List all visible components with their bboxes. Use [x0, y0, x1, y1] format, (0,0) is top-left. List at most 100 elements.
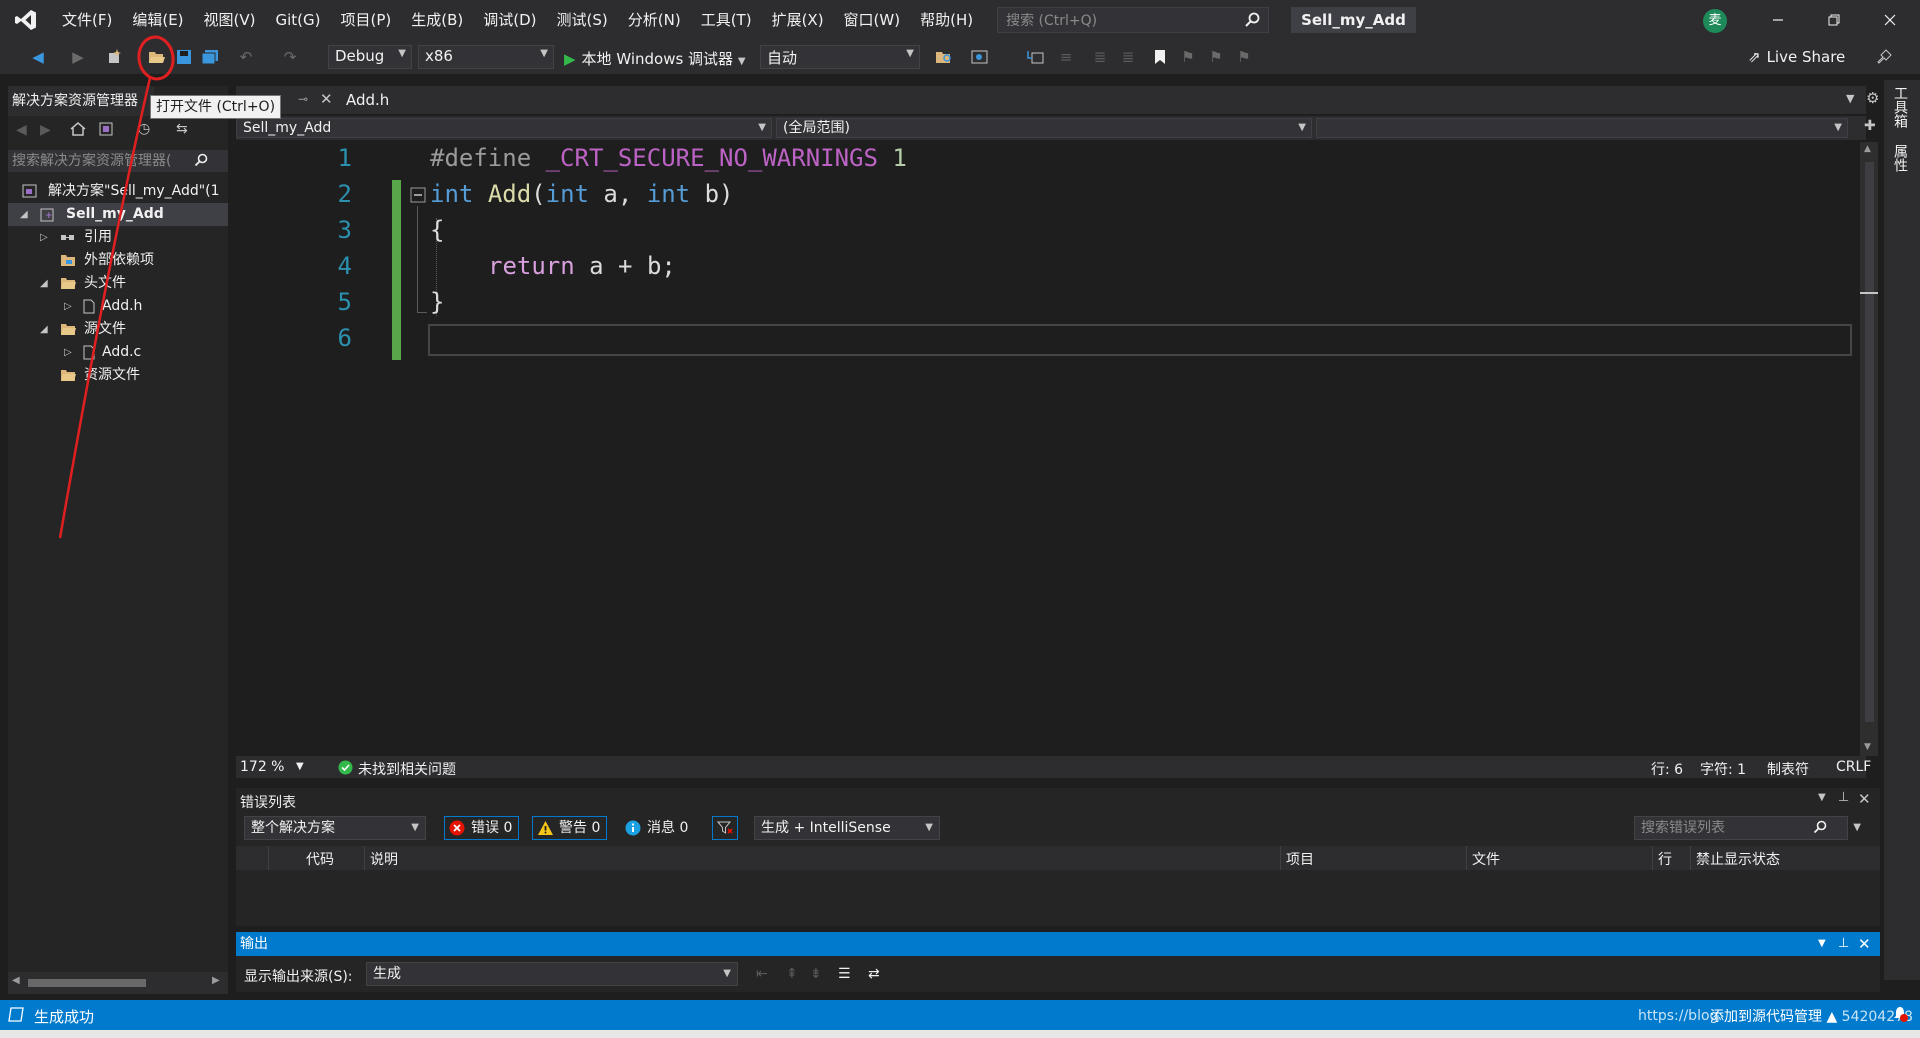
open-file-icon[interactable]	[147, 47, 167, 67]
scroll-up-icon[interactable]: ▲	[1864, 144, 1871, 154]
switch-views-icon[interactable]	[98, 121, 114, 137]
navigate-forward-icon[interactable]: ▶	[68, 47, 88, 67]
restore-button[interactable]	[1806, 0, 1862, 40]
tab-add-h[interactable]: Add.h	[346, 86, 389, 114]
tree-resource-files[interactable]: 资源文件	[8, 364, 228, 387]
pin-icon[interactable]: ⊥	[1838, 790, 1849, 805]
minimize-button[interactable]	[1750, 0, 1806, 40]
solution-configuration-select[interactable]: Debug ▼	[328, 45, 412, 69]
line-ending[interactable]: CRLF	[1836, 759, 1871, 775]
tree-source-files[interactable]: ◢ 源文件	[8, 318, 228, 341]
scroll-left-icon[interactable]: ◀	[12, 975, 20, 986]
errors-filter-button[interactable]: 错误 0	[444, 816, 520, 840]
error-scope-select[interactable]: 整个解决方案 ▼	[244, 816, 426, 840]
error-search-input[interactable]: 搜索错误列表 ▼	[1634, 816, 1861, 840]
menu-view[interactable]: 视图(V)	[194, 0, 266, 40]
scroll-thumb[interactable]	[28, 979, 146, 987]
solution-platform-select[interactable]: x86 ▼	[418, 45, 554, 69]
horizontal-scrollbar[interactable]: ◀ ▶	[8, 972, 228, 994]
close-window-button[interactable]	[1862, 0, 1918, 40]
code-editor[interactable]: 1 2 3 4 5 6 #define _CRT_SECURE_NO_WARNI…	[236, 142, 1878, 756]
uncomment-icon[interactable]: ≣	[1118, 47, 1138, 67]
forward-icon[interactable]: ▶	[40, 122, 51, 138]
start-debugging-button[interactable]: ▶ 本地 Windows 调试器 ▼	[564, 48, 746, 69]
pin-icon[interactable]: ⊸	[298, 92, 308, 106]
scroll-right-icon[interactable]: ▶	[212, 975, 220, 986]
align-icon[interactable]: ≡	[1056, 47, 1076, 67]
visual-studio-logo-icon[interactable]	[0, 0, 52, 40]
save-icon[interactable]	[174, 47, 194, 67]
step-icon[interactable]	[1026, 47, 1046, 67]
menu-build[interactable]: 生成(B)	[401, 0, 473, 40]
indent-mode[interactable]: 制表符	[1767, 759, 1809, 779]
live-share-button[interactable]: ⇗ Live Share	[1748, 48, 1845, 66]
filter-toggle-button[interactable]	[712, 816, 738, 840]
collapse-arrow-icon[interactable]: ◢	[40, 272, 48, 295]
panel-menu-icon[interactable]: ▼	[1818, 932, 1826, 956]
solution-search-input[interactable]: 搜索解决方案资源管理器(	[8, 150, 228, 172]
menu-help[interactable]: 帮助(H)	[910, 0, 983, 40]
find-in-files-icon[interactable]	[934, 47, 954, 67]
bookmark-icon[interactable]	[1150, 47, 1170, 67]
add-to-source-control[interactable]: 添加到源代码管理 ▲ 54204278	[1710, 1006, 1913, 1026]
collapse-arrow-icon[interactable]: ◢	[20, 203, 28, 226]
menu-extensions[interactable]: 扩展(X)	[762, 0, 834, 40]
find-message-icon[interactable]: ⇤	[756, 966, 768, 982]
vertical-scrollbar[interactable]: ▲ ▼	[1860, 142, 1878, 756]
prev-bookmark-icon[interactable]: ⚑	[1178, 47, 1198, 67]
scroll-down-icon[interactable]: ▼	[1864, 742, 1871, 752]
clear-bookmarks-icon[interactable]: ⚑	[1234, 47, 1254, 67]
menu-test[interactable]: 测试(S)	[547, 0, 618, 40]
zoom-dropdown-icon[interactable]: ▼	[296, 761, 304, 772]
menu-git[interactable]: Git(G)	[266, 0, 331, 40]
scroll-thumb[interactable]	[1865, 162, 1874, 722]
menu-debug[interactable]: 调试(D)	[473, 0, 546, 40]
menu-tools[interactable]: 工具(T)	[691, 0, 762, 40]
new-project-icon[interactable]	[104, 47, 124, 67]
settings-icon[interactable]: ⚙	[1866, 89, 1879, 107]
warnings-filter-button[interactable]: 警告 0	[532, 816, 608, 840]
scope-nav-select[interactable]: (全局范围) ▼	[776, 118, 1312, 138]
tab-dropdown-icon[interactable]: ▼	[1846, 92, 1854, 105]
expand-arrow-icon[interactable]: ▷	[64, 295, 72, 318]
tree-file-add-c[interactable]: ▷ Add.c	[8, 341, 228, 364]
column-project[interactable]: 项目	[1286, 849, 1314, 869]
save-all-icon[interactable]	[200, 47, 220, 67]
expand-arrow-icon[interactable]: ▷	[64, 341, 72, 364]
back-icon[interactable]: ◀	[16, 122, 27, 138]
panel-menu-icon[interactable]: ▼	[1818, 792, 1826, 803]
tree-header-files[interactable]: ◢ 头文件	[8, 272, 228, 295]
notification-badge-icon[interactable]	[1892, 1006, 1908, 1022]
next-bookmark-icon[interactable]: ⚑	[1206, 47, 1226, 67]
undo-icon[interactable]: ↶	[236, 47, 256, 67]
column-line[interactable]: 行	[1658, 849, 1672, 869]
account-avatar[interactable]: 麦	[1703, 9, 1727, 33]
menu-project[interactable]: 项目(P)	[331, 0, 402, 40]
expand-arrow-icon[interactable]: ▷	[40, 226, 48, 249]
toolbox-tab[interactable]: 工具箱	[1892, 86, 1908, 128]
close-panel-icon[interactable]: ✕	[1858, 932, 1871, 956]
properties-tab[interactable]: 属性	[1892, 144, 1908, 172]
messages-filter-button[interactable]: 消息 0	[620, 816, 696, 840]
next-message-icon[interactable]: ⇟	[810, 966, 822, 982]
output-source-select[interactable]: 生成 ▼	[366, 962, 738, 986]
search-input[interactable]: 搜索 (Ctrl+Q)	[997, 7, 1270, 33]
menu-file[interactable]: 文件(F)	[52, 0, 122, 40]
prev-message-icon[interactable]: ⇞	[786, 966, 798, 982]
menu-analyze[interactable]: 分析(N)	[618, 0, 691, 40]
tree-external-deps[interactable]: 外部依赖项	[8, 249, 228, 272]
clear-all-icon[interactable]: ☰	[838, 966, 851, 982]
split-editor-icon[interactable]: ✚	[1864, 118, 1876, 134]
issues-status[interactable]: 未找到相关问题	[358, 759, 456, 779]
home-icon[interactable]	[70, 121, 86, 137]
tree-file-add-h[interactable]: ▷ Add.h	[8, 295, 228, 318]
menu-window[interactable]: 窗口(W)	[834, 0, 911, 40]
tree-references[interactable]: ▷ 引用	[8, 226, 228, 249]
feedback-icon[interactable]	[1874, 47, 1894, 67]
pin-icon[interactable]: ⊥	[1838, 932, 1849, 956]
column-code[interactable]: 代码	[306, 849, 334, 869]
project-nav-select[interactable]: Sell_my_Add ▼	[236, 118, 772, 138]
zoom-level[interactable]: 172 %	[240, 759, 284, 775]
debug-target-select[interactable]: 自动 ▼	[760, 45, 920, 69]
solution-explorer-tab[interactable]: 解决方案资源管理器	[8, 86, 154, 116]
